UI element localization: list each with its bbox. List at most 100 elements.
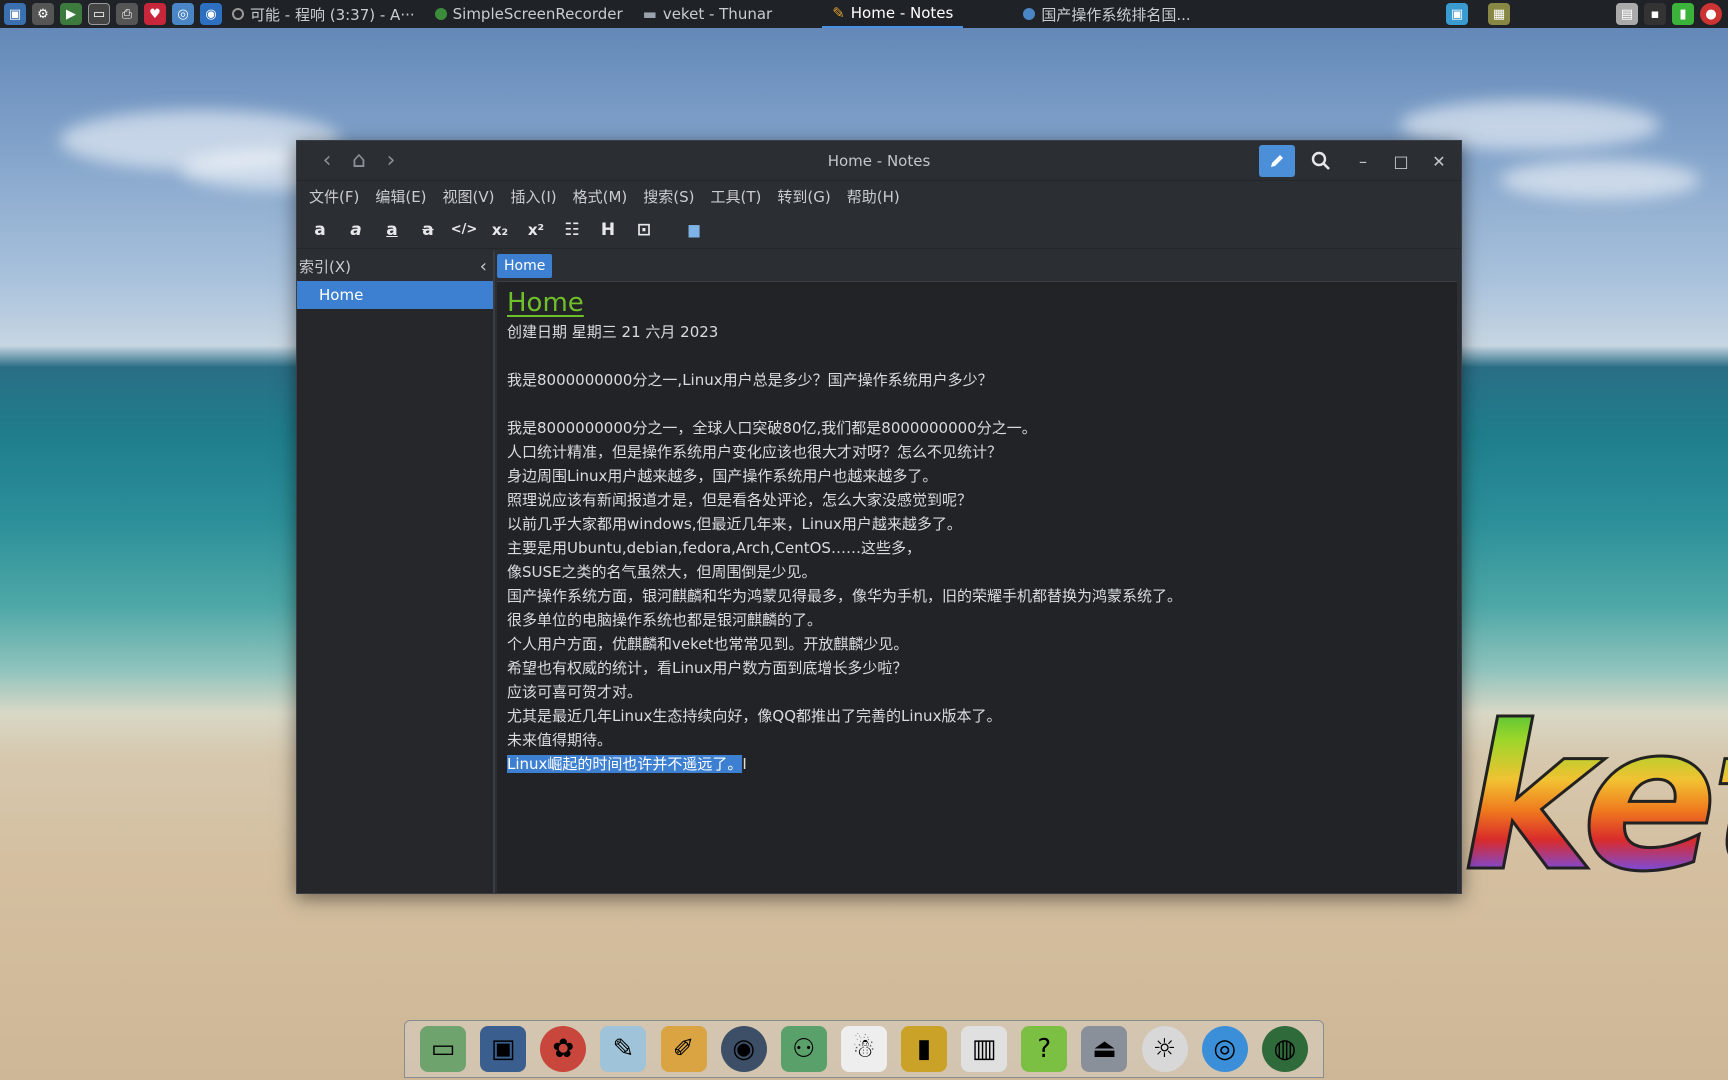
task-label: veket - Thunar	[662, 5, 773, 23]
italic-icon[interactable]: a	[343, 217, 369, 243]
computer-icon[interactable]: ▣	[480, 1026, 527, 1072]
menu-file[interactable]: 文件(F)	[301, 186, 367, 207]
menu-goto[interactable]: 转到(G)	[769, 186, 838, 207]
maximize-icon[interactable]: □	[1385, 145, 1417, 177]
battery-icon[interactable]: ▮	[1672, 3, 1694, 25]
settings-gear-icon[interactable]: ☼	[1141, 1026, 1188, 1072]
task-label: 可能 - 程响 (3:37) - A···	[250, 5, 415, 24]
text-line: 个人用户方面，优麒麟和veket也常常见到。开放麒麟少见。	[507, 635, 909, 653]
task-label: Home - Notes	[850, 4, 954, 22]
bullet-list-icon[interactable]: ☷	[559, 217, 585, 243]
format-toolbar: a a a a </> x₂ x² ☷ H ⊡ ▆	[297, 211, 1461, 249]
bold-icon[interactable]: a	[307, 217, 333, 243]
page-editor[interactable]: Home 创建日期 星期三 21 六月 2023 我是8000000000分之一…	[497, 281, 1457, 893]
menu-help[interactable]: 帮助(H)	[839, 186, 908, 207]
music-icon	[232, 8, 244, 20]
heart-icon[interactable]: ♥	[144, 3, 166, 25]
menu-icon[interactable]: ▣	[4, 3, 26, 25]
task-browser[interactable]: 国产操作系统排名国...	[1013, 0, 1200, 28]
veket-logo: ket	[1460, 698, 1728, 901]
browser-launch-icon[interactable]: ◉	[200, 3, 222, 25]
text-line: 很多单位的电脑操作系统也都是银河麒麟的了。	[507, 611, 823, 629]
network-icon[interactable]: ◎	[172, 3, 194, 25]
notes-icon: ✎	[832, 4, 845, 22]
path-chip-home[interactable]: Home	[497, 254, 553, 278]
file-manager-icon[interactable]: ▭	[420, 1026, 467, 1072]
menu-insert[interactable]: 插入(I)	[503, 186, 565, 207]
superscript-icon[interactable]: x²	[523, 217, 549, 243]
workspace-icon[interactable]: ▦	[1488, 3, 1510, 25]
browser-icon	[1023, 8, 1036, 20]
sidebar-header: 索引(X) ‹	[297, 251, 493, 281]
text-line: 身边周围Linux用户越来越多，国产操作系统用户也越来越多了。	[507, 467, 938, 485]
selected-text: Linux崛起的时间也许并不遥远了。	[507, 755, 743, 773]
created-date: 创建日期 星期三 21 六月 2023	[507, 323, 719, 341]
text-line: 国产操作系统方面，银河麒麟和华为鸿蒙见得最多，像华为手机，旧的荣耀手机都替换为鸿…	[507, 587, 1183, 605]
menu-view[interactable]: 视图(V)	[435, 186, 503, 207]
top-panel: ▣ ⚙ ▶ ▭ ⎙ ♥ ◎ ◉ 可能 - 程响 (3:37) - A··· Si…	[0, 0, 1728, 28]
text-line: 尤其是最近几年Linux生态持续向好，像QQ都推出了完善的Linux版本了。	[507, 707, 1002, 725]
settings-icon[interactable]: ⚙	[32, 3, 54, 25]
heading-icon[interactable]: H	[595, 217, 621, 243]
menu-tools[interactable]: 工具(T)	[703, 186, 770, 207]
search-button[interactable]	[1301, 145, 1341, 177]
printer-icon[interactable]: ⎙	[116, 3, 138, 25]
play-icon[interactable]: ▶	[60, 3, 82, 25]
collapse-icon[interactable]: ‹	[480, 256, 487, 277]
recorder-icon	[434, 8, 447, 20]
home-icon[interactable]: ⌂	[343, 145, 375, 177]
back-icon[interactable]: ‹	[311, 145, 343, 177]
task-music[interactable]: 可能 - 程响 (3:37) - A···	[222, 0, 425, 28]
text-line: 希望也有权威的统计，看Linux用户数方面到底增长多少啦？	[507, 659, 908, 677]
bottom-dock: ▭ ▣ ✿ ✎ ✐ ◉ ⚇ ☃ ▮ ▥ ? ⏏ ☼ ◎ ◍	[404, 1020, 1324, 1078]
sidebar-item-label: Home	[319, 286, 364, 304]
menu-edit[interactable]: 编辑(E)	[367, 186, 434, 207]
text-line: 未来值得期待。	[507, 731, 613, 749]
pencil-icon	[1271, 155, 1283, 167]
help-icon[interactable]: ?	[1021, 1026, 1068, 1072]
close-icon[interactable]: ✕	[1423, 145, 1455, 177]
task-notes[interactable]: ✎ Home - Notes	[822, 0, 964, 28]
notebook-icon[interactable]: ▮	[901, 1026, 948, 1072]
minimize-icon[interactable]: –	[1347, 145, 1379, 177]
subscript-icon[interactable]: x₂	[487, 217, 513, 243]
menu-search[interactable]: 搜索(S)	[635, 186, 702, 207]
qq-penguin-icon[interactable]: ☃	[840, 1026, 887, 1072]
insert-image-icon[interactable]: ⊡	[631, 217, 657, 243]
text-cursor: I	[742, 755, 747, 773]
task-screen-recorder[interactable]: SimpleScreenRecorder	[425, 0, 633, 28]
terminal-icon[interactable]: ▭	[88, 3, 110, 25]
task-thunar[interactable]: ▬ veket - Thunar	[633, 0, 783, 28]
sidebar-item-home[interactable]: Home	[297, 281, 493, 309]
attach-folder-icon[interactable]: ▆	[681, 217, 707, 243]
sidebar-title: 索引(X)	[299, 257, 351, 276]
strikethrough-icon[interactable]: a	[415, 217, 441, 243]
paint-icon[interactable]: ✐	[660, 1026, 707, 1072]
clipboard-icon[interactable]: ▤	[1616, 3, 1638, 25]
text-editor-icon[interactable]: ✎	[600, 1026, 647, 1072]
task-label: 国产操作系统排名国...	[1041, 5, 1191, 24]
network-tray-icon[interactable]: ▪	[1644, 3, 1666, 25]
network-manager-icon[interactable]: ⚇	[780, 1026, 827, 1072]
record-icon[interactable]: ●	[1700, 3, 1722, 25]
text-line: 人口统计精准，但是操作系统用户变化应该也很大才对呀？怎么不见统计？	[507, 443, 1003, 461]
underline-icon[interactable]: a	[379, 217, 405, 243]
page-title: Home	[507, 288, 584, 318]
edit-mode-button[interactable]	[1259, 145, 1295, 177]
chart-app-icon[interactable]: ▥	[961, 1026, 1008, 1072]
forward-icon[interactable]: ›	[375, 145, 407, 177]
code-icon[interactable]: </>	[451, 217, 478, 243]
globe-icon[interactable]: ◍	[1261, 1026, 1308, 1072]
menu-bar: 文件(F) 编辑(E) 视图(V) 插入(I) 格式(M) 搜索(S) 工具(T…	[297, 181, 1461, 211]
display-icon[interactable]: ▣	[1446, 3, 1468, 25]
drive-icon[interactable]: ⏏	[1081, 1026, 1128, 1072]
mascot-icon[interactable]: ✿	[540, 1026, 587, 1072]
text-line: 以前几乎大家都用windows,但最近几年来，Linux用户越来越多了。	[507, 515, 962, 533]
text-line: 应该可喜可贺才对。	[507, 683, 643, 701]
web-browser-icon[interactable]: ◎	[1201, 1026, 1248, 1072]
menu-format[interactable]: 格式(M)	[565, 186, 636, 207]
launcher-group: ▣ ⚙ ▶ ▭ ⎙ ♥ ◎ ◉	[0, 3, 222, 25]
window-body: 索引(X) ‹ Home Home Home 创建日期 星期三 21 六月 20…	[297, 251, 1461, 893]
folder-icon: ▬	[642, 5, 657, 23]
media-player-icon[interactable]: ◉	[720, 1026, 767, 1072]
